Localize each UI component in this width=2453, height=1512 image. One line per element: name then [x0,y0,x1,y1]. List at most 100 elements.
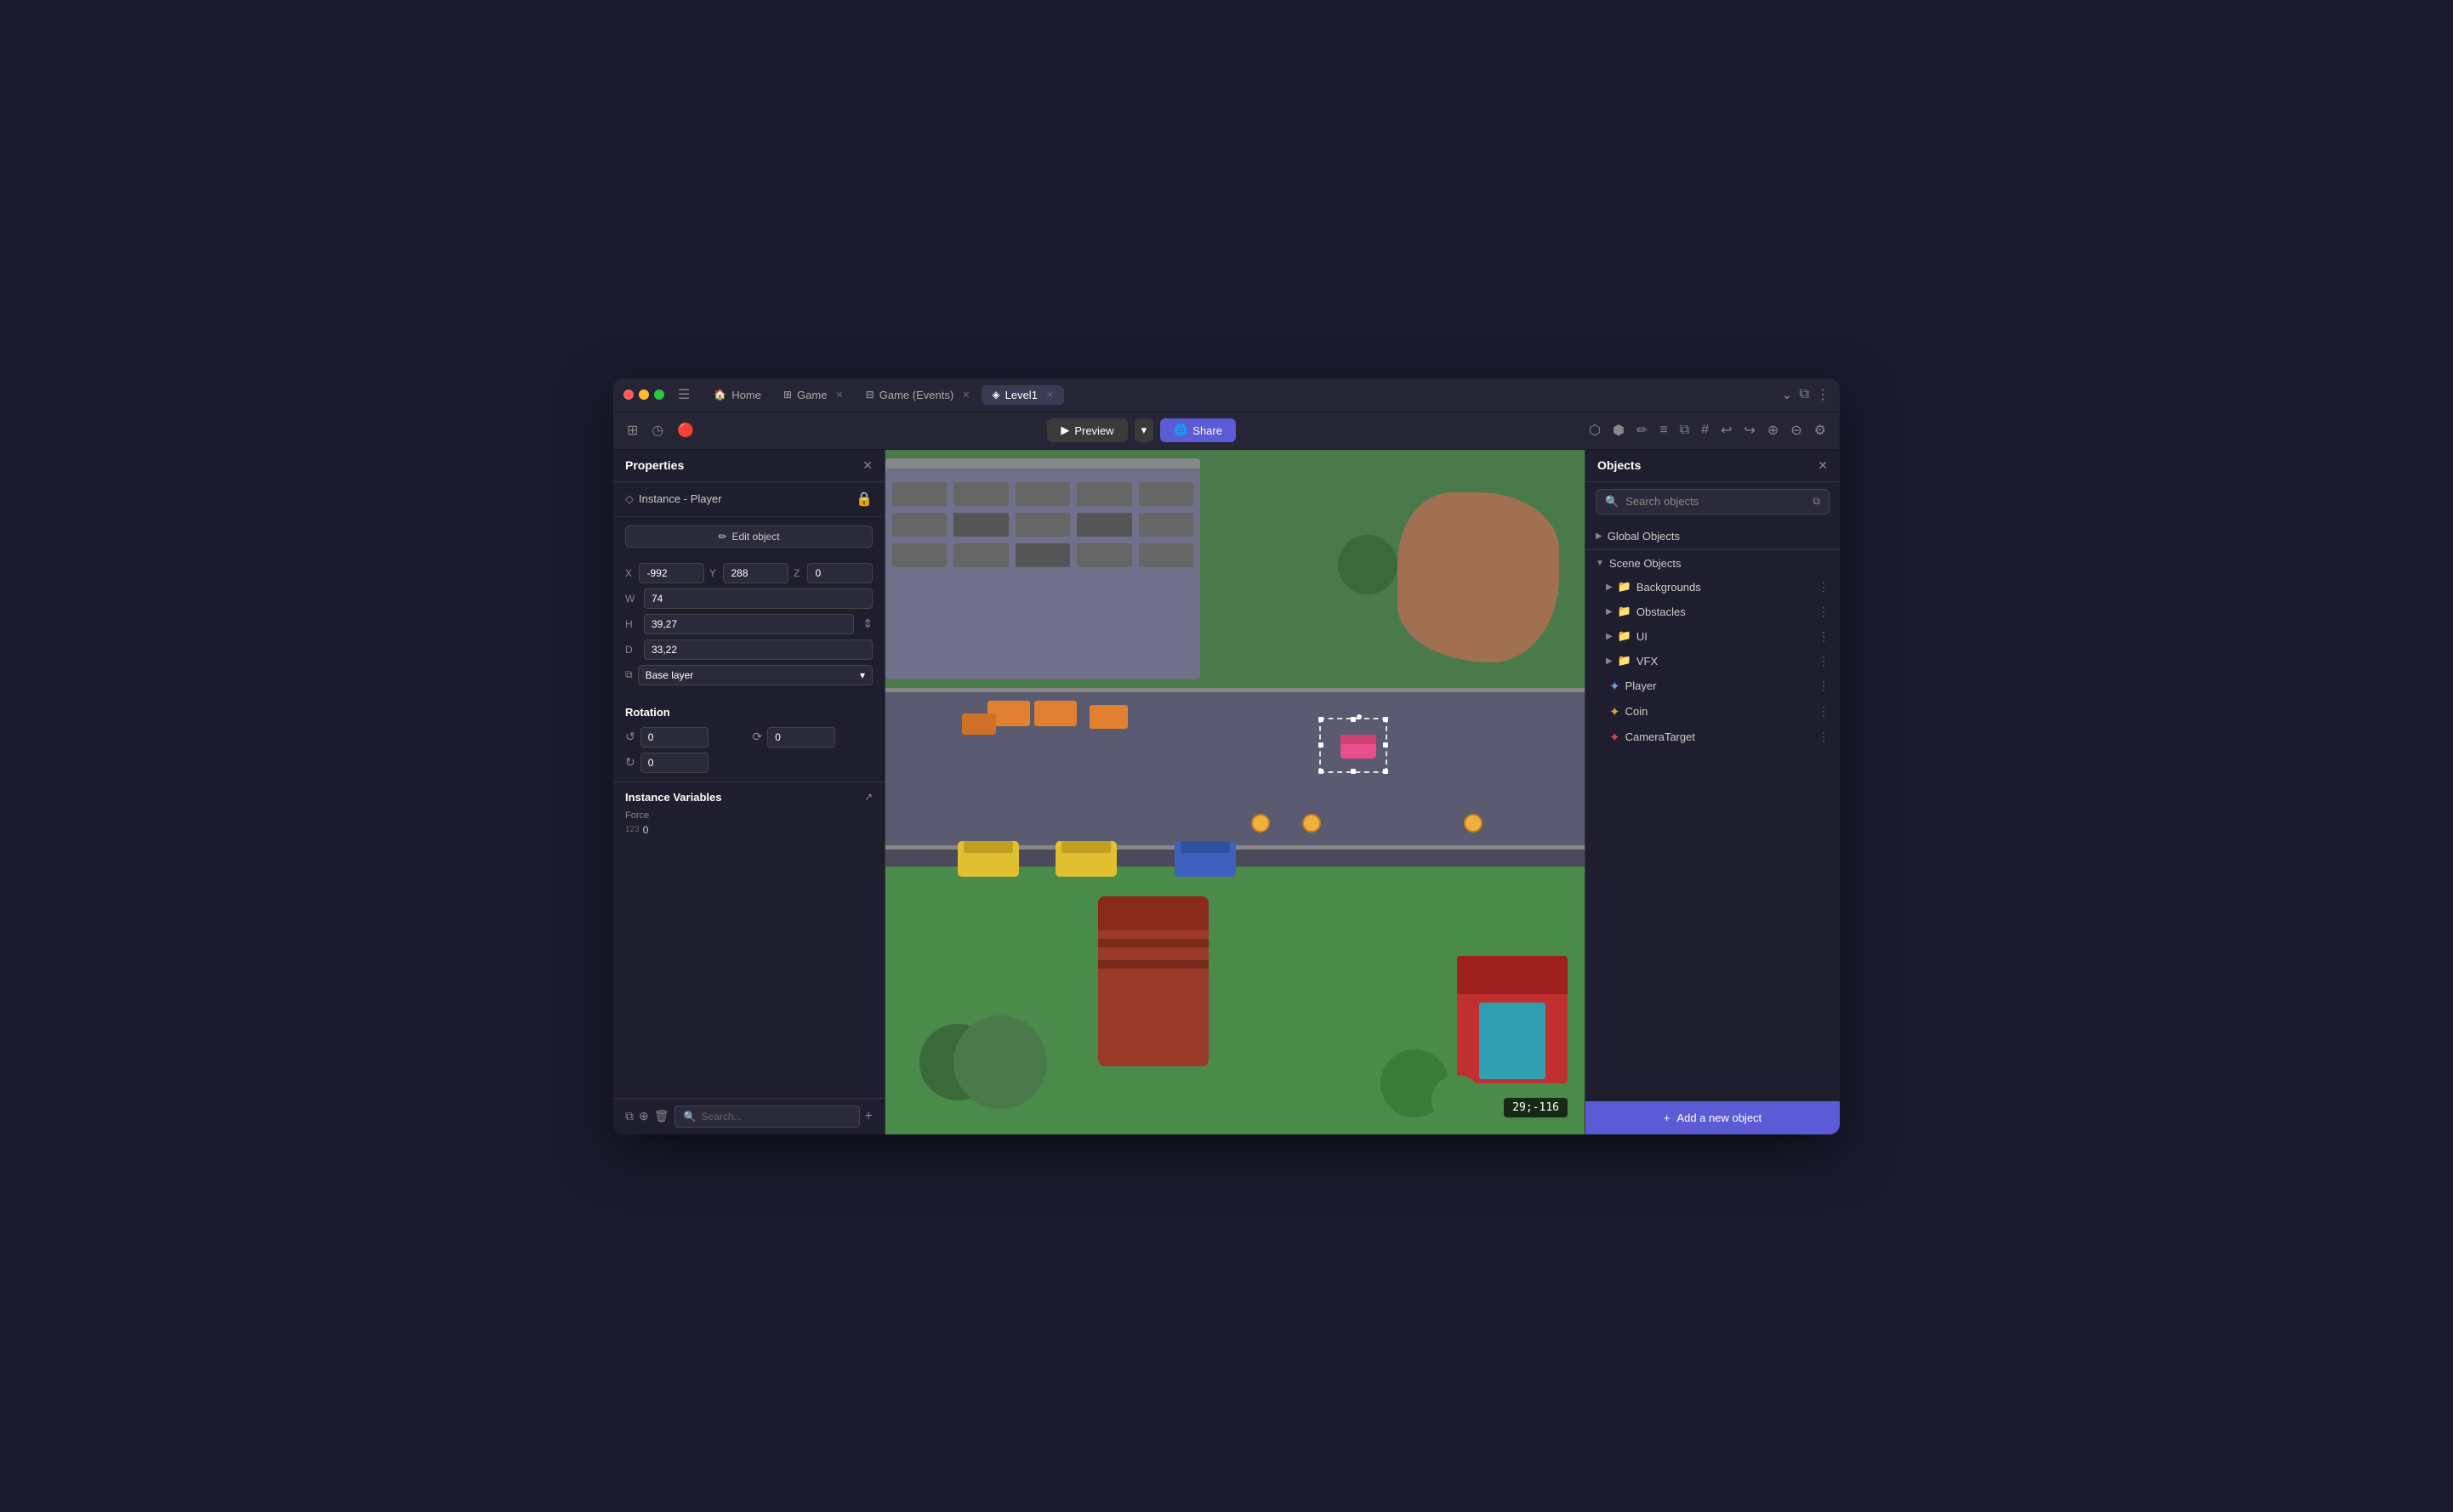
undo-icon[interactable]: ↩ [1717,418,1735,442]
blue-vehicle-cabin [1181,841,1230,854]
z-label: Z [794,567,804,579]
add-variable-icon[interactable]: + [865,1109,873,1124]
backgrounds-folder[interactable]: ▶ 📁 Backgrounds ⋮ [1585,575,1840,600]
objects-panel-close[interactable]: ✕ [1818,458,1828,473]
rot-z-input[interactable] [640,753,709,773]
layer-dropdown[interactable]: Base layer ▾ [638,665,873,685]
settings-icon[interactable]: ⚙ [1811,418,1830,442]
building-roof [885,458,1200,469]
tab-game-close[interactable]: ✕ [835,389,843,401]
delete-icon[interactable]: 🗑 [654,1109,669,1123]
properties-close[interactable]: ✕ [862,458,873,473]
more-options-icon[interactable]: ⋮ [1816,386,1830,403]
layout-icon[interactable]: ⊞ [623,418,641,442]
tabs: 🏠 Home ⊞ Game ✕ ⊟ Game (Events) ✕ ◈ Leve… [703,385,1774,405]
zoom-out-icon[interactable]: ⊖ [1787,418,1805,442]
tab-level1-close[interactable]: ✕ [1046,389,1054,401]
play-icon: ▶ [1061,423,1069,437]
red-house [1457,956,1568,1083]
add-object-plus-icon: + [1664,1111,1670,1124]
objects-search-copy-icon[interactable]: ⧉ [1813,495,1820,508]
coin-more-icon[interactable]: ⋮ [1818,704,1830,719]
player-more-icon[interactable]: ⋮ [1818,679,1830,693]
objects-search[interactable]: 🔍 Search objects ⧉ [1596,489,1830,514]
minimize-button[interactable] [639,389,649,400]
camera-target-item[interactable]: ✦ CameraTarget ⋮ [1585,725,1840,750]
window-1 [892,482,947,506]
edit-icon[interactable]: ✏ [1633,418,1651,442]
grid-icon[interactable]: # [1698,419,1712,441]
tab-level1[interactable]: ◈ Level1 ✕ [982,385,1064,405]
copy-icon[interactable]: ⧉ [625,1109,634,1123]
zoom-in-icon[interactable]: ⊕ [1764,418,1782,442]
tab-home[interactable]: 🏠 Home [703,385,771,405]
clock-icon[interactable]: ◷ [648,418,667,442]
ui-folder[interactable]: ▶ 📁 UI ⋮ [1585,624,1840,649]
ui-more-icon[interactable]: ⋮ [1818,629,1830,644]
obstacles-more-icon[interactable]: ⋮ [1818,605,1830,619]
preview-button[interactable]: ▶ Preview [1047,418,1127,442]
obstacles-folder[interactable]: ▶ 📁 Obstacles ⋮ [1585,600,1840,624]
x-label: X [625,567,635,579]
tower-stripe [1098,939,1209,947]
h-label: H [625,618,639,630]
layers-icon[interactable]: ⧉ [1676,419,1693,441]
rot-y-input[interactable] [767,727,835,747]
puzzle-icon[interactable]: ⬢ [1609,418,1628,442]
dropdown-arrow-icon[interactable]: ⌄ [1781,386,1792,403]
h-input[interactable] [644,614,854,634]
preview-dropdown[interactable]: ▾ [1135,418,1154,442]
badge-icon[interactable]: 🔴 [674,418,697,442]
duplicate-icon[interactable]: ⊕ [639,1109,649,1123]
coin-item-icon: ✦ [1609,704,1620,719]
scene-container: 29;-116 [885,450,1585,1134]
barrier-4 [1090,705,1128,729]
w-input[interactable] [644,588,873,609]
vfx-folder-icon: 📁 [1618,654,1631,668]
tab-game-events[interactable]: ⊟ Game (Events) ✕ [856,385,981,405]
edit-object-label: Edit object [732,531,780,543]
objects-search-icon: 🔍 [1605,495,1619,509]
x-input[interactable] [639,563,704,583]
tab-game[interactable]: ⊞ Game ✕ [773,385,854,405]
add-object-button[interactable]: + Add a new object [1585,1101,1840,1134]
link-icon[interactable]: ⇕ [862,617,873,631]
rot-x-field: ↺ [625,727,746,747]
window-11 [892,543,947,567]
maximize-button[interactable] [654,389,664,400]
canvas-area[interactable]: 29;-116 [885,450,1585,1134]
app-window: ☰ 🏠 Home ⊞ Game ✕ ⊟ Game (Events) ✕ ◈ Le… [613,378,1840,1134]
yellow-vehicle-1 [958,841,1019,877]
z-input[interactable] [807,563,873,583]
player-item[interactable]: ✦ Player ⋮ [1585,674,1840,699]
external-link-icon[interactable]: ↗ [864,791,873,803]
scene-objects-header[interactable]: ▼ Scene Objects [1585,552,1840,575]
house-window-main [1479,1003,1545,1079]
d-row: D [625,639,873,660]
edit-object-button[interactable]: ✏ Edit object [625,526,873,548]
menu-icon[interactable]: ☰ [678,386,690,403]
lock-icon[interactable]: 🔒 [856,491,873,508]
rot-x-input[interactable] [640,727,709,747]
cube-icon[interactable]: ⬡ [1585,418,1604,442]
y-input[interactable] [723,563,788,583]
instance-vars-header: Instance Variables ↗ [625,791,873,804]
coin-3 [1464,814,1483,833]
tab-home-label: Home [731,389,761,401]
d-input[interactable] [644,639,873,660]
search-field[interactable]: 🔍 Search... [674,1106,860,1128]
dropdown-chevron: ▾ [860,669,865,681]
coin-item[interactable]: ✦ Coin ⋮ [1585,699,1840,725]
redo-icon[interactable]: ↪ [1740,418,1758,442]
global-objects-header[interactable]: ▶ Global Objects [1585,525,1840,548]
backgrounds-more-icon[interactable]: ⋮ [1818,580,1830,594]
vfx-more-icon[interactable]: ⋮ [1818,654,1830,668]
vfx-folder[interactable]: ▶ 📁 VFX ⋮ [1585,649,1840,674]
handle-bl [1318,769,1323,774]
close-button[interactable] [623,389,634,400]
list-icon[interactable]: ≡ [1656,419,1670,441]
window-icon[interactable]: ⧉ [1800,387,1809,402]
camera-more-icon[interactable]: ⋮ [1818,730,1830,744]
share-button[interactable]: 🌐 Share [1160,418,1236,442]
tab-game-events-close[interactable]: ✕ [962,389,970,401]
